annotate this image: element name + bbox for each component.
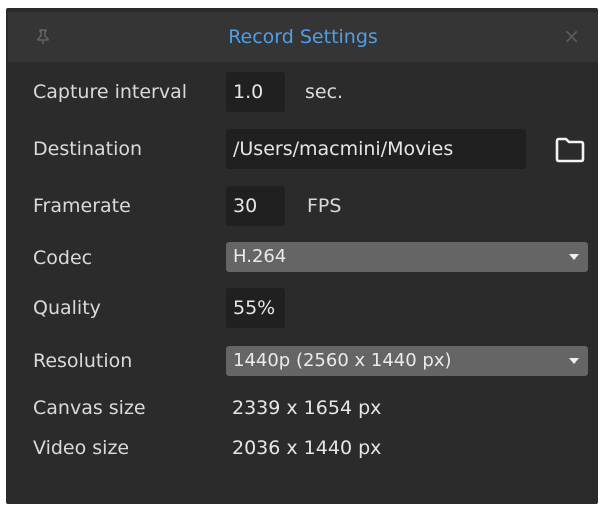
resolution-selected-value: 1440p (2560 x 1440 px) xyxy=(233,350,452,371)
title-bar: Record Settings × xyxy=(8,12,598,62)
window-title: Record Settings xyxy=(228,26,378,48)
close-icon[interactable]: × xyxy=(563,26,580,46)
canvas-size-value: 2339 x 1654 px xyxy=(232,397,382,419)
framerate-unit: FPS xyxy=(307,195,342,217)
chevron-down-icon xyxy=(569,254,579,260)
framerate-label: Framerate xyxy=(33,195,131,217)
codec-selected-value: H.264 xyxy=(233,246,287,267)
codec-label: Codec xyxy=(33,247,93,269)
framerate-input[interactable]: 30 xyxy=(226,186,285,226)
capture-interval-input[interactable]: 1.0 xyxy=(226,72,285,112)
destination-input[interactable]: /Users/macmini/Movies xyxy=(226,129,526,169)
canvas-size-label: Canvas size xyxy=(33,397,146,419)
chevron-down-icon xyxy=(569,358,579,364)
capture-interval-unit: sec. xyxy=(305,81,344,103)
capture-interval-label: Capture interval xyxy=(33,81,188,103)
resolution-label: Resolution xyxy=(33,350,133,372)
destination-label: Destination xyxy=(33,138,143,160)
quality-input[interactable]: 55% xyxy=(226,288,285,328)
video-size-value: 2036 x 1440 px xyxy=(232,437,382,459)
resolution-dropdown[interactable]: 1440p (2560 x 1440 px) xyxy=(226,346,588,376)
quality-label: Quality xyxy=(33,297,101,319)
video-size-label: Video size xyxy=(33,437,130,459)
codec-dropdown[interactable]: H.264 xyxy=(226,242,588,272)
folder-icon[interactable] xyxy=(554,136,586,164)
